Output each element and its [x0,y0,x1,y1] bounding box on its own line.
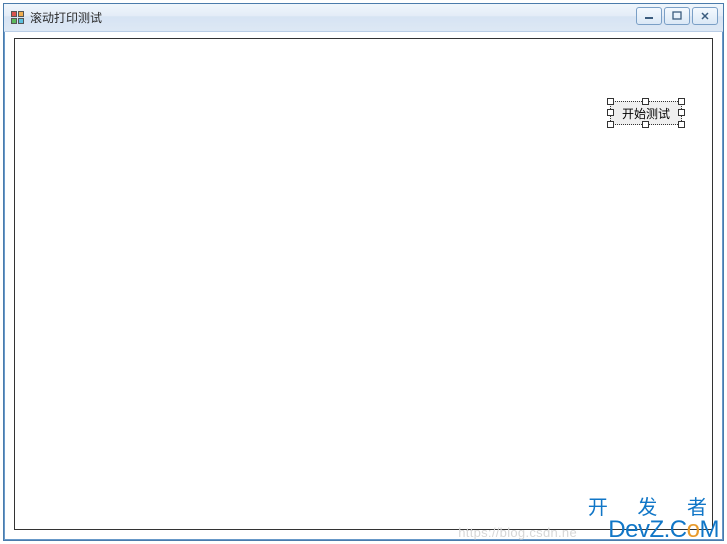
maximize-button[interactable] [664,7,690,25]
maximize-icon [672,11,682,21]
form-designer-surface[interactable]: 开始测试 [14,38,713,530]
resize-handle-bl[interactable] [607,121,614,128]
minimize-button[interactable] [636,7,662,25]
watermark-brand-en: DevZ.CoM [588,518,719,542]
titlebar[interactable]: 滚动打印测试 [4,4,723,32]
start-test-button[interactable]: 开始测试 [610,101,682,125]
resize-handle-tr[interactable] [678,98,685,105]
resize-handle-ml[interactable] [607,109,614,116]
app-icon [10,10,26,26]
application-window: 滚动打印测试 开始测试 [3,3,724,541]
resize-handle-br[interactable] [678,121,685,128]
resize-handle-mr[interactable] [678,109,685,116]
watermark-brand-cn: 开 发 者 [588,498,719,518]
close-button[interactable] [692,7,718,25]
window-controls [636,7,718,25]
close-icon [700,11,710,21]
watermark-url: https://blog.csdn.ne [458,525,577,540]
minimize-icon [644,11,654,21]
watermark-brand: 开 发 者 DevZ.CoM [588,498,719,542]
resize-handle-tm[interactable] [642,98,649,105]
button-label: 开始测试 [622,105,670,122]
resize-handle-tl[interactable] [607,98,614,105]
window-title: 滚动打印测试 [30,9,102,26]
resize-handle-bm[interactable] [642,121,649,128]
